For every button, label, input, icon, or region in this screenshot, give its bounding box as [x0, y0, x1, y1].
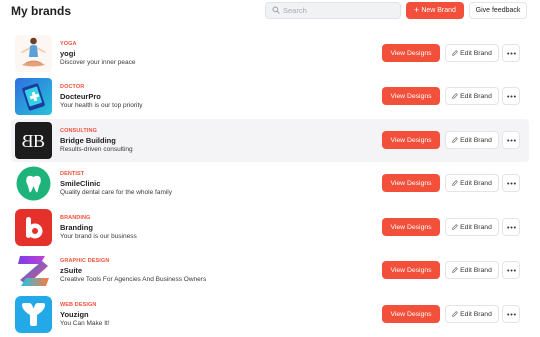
pencil-icon — [452, 267, 458, 273]
brand-tagline: Creative Tools For Agencies And Business… — [60, 276, 207, 283]
pencil-icon — [452, 50, 458, 56]
brand-name: Bridge Building — [60, 136, 116, 145]
search-box[interactable] — [265, 2, 401, 19]
more-dots-icon — [506, 226, 516, 228]
more-options-button[interactable] — [502, 218, 520, 236]
brand-row: WEB DESIGN Youzign You Can Make It! View… — [11, 293, 529, 336]
brand-row: BRANDING Branding Your brand is our busi… — [11, 206, 529, 249]
view-designs-button[interactable]: View Designs — [382, 305, 440, 323]
edit-brand-label: Edit Brand — [460, 266, 492, 274]
pencil-icon — [452, 137, 458, 143]
brand-name: Branding — [60, 223, 93, 232]
brand-name: SmileClinic — [60, 179, 101, 188]
view-designs-button[interactable]: View Designs — [382, 44, 440, 62]
pencil-icon — [452, 311, 458, 317]
search-input[interactable] — [283, 4, 393, 17]
edit-brand-button[interactable]: Edit Brand — [445, 44, 499, 62]
brand-category: GRAPHIC DESIGN — [60, 258, 110, 264]
pencil-icon — [452, 180, 458, 186]
new-brand-button[interactable]: + New Brand — [406, 2, 464, 19]
medical-phone-logo — [15, 78, 52, 115]
brand-name: Youzign — [60, 310, 89, 319]
give-feedback-button[interactable]: Give feedback — [469, 2, 527, 19]
brand-tagline: Your health is our top priority — [60, 102, 143, 109]
z-gradient-logo — [15, 252, 52, 289]
svg-text:B: B — [21, 131, 33, 151]
view-designs-button[interactable]: View Designs — [382, 174, 440, 192]
pencil-icon — [452, 93, 458, 99]
more-options-button[interactable] — [502, 44, 520, 62]
brand-tagline: You Can Make It! — [60, 320, 110, 327]
edit-brand-button[interactable]: Edit Brand — [445, 131, 499, 149]
brand-category: DOCTOR — [60, 84, 85, 90]
new-brand-label: New Brand — [421, 7, 456, 14]
more-options-button[interactable] — [502, 261, 520, 279]
edit-brand-button[interactable]: Edit Brand — [445, 261, 499, 279]
more-dots-icon — [506, 52, 516, 54]
brand-name: yogi — [60, 49, 76, 58]
brand-name: DocteurPro — [60, 92, 101, 101]
brand-row: DOCTOR DocteurPro Your health is our top… — [11, 75, 529, 118]
more-options-button[interactable] — [502, 174, 520, 192]
yoga-person-logo — [15, 35, 52, 72]
edit-brand-button[interactable]: Edit Brand — [445, 87, 499, 105]
view-designs-button[interactable]: View Designs — [382, 218, 440, 236]
more-dots-icon — [506, 269, 516, 271]
brand-category: DENTIST — [60, 171, 85, 177]
view-designs-button[interactable]: View Designs — [382, 131, 440, 149]
brand-row: B B CONSULTING Bridge Building Results-d… — [11, 119, 529, 162]
brand-row: DENTIST SmileClinic Quality dental care … — [11, 162, 529, 205]
more-dots-icon — [506, 95, 516, 97]
brand-category: WEB DESIGN — [60, 302, 97, 308]
edit-brand-label: Edit Brand — [460, 223, 492, 231]
brand-tagline: Results-driven consulting — [60, 146, 133, 153]
brand-tagline: Your brand is our business — [60, 233, 137, 240]
brand-category: CONSULTING — [60, 128, 97, 134]
edit-brand-label: Edit Brand — [460, 179, 492, 187]
view-designs-button[interactable]: View Designs — [382, 87, 440, 105]
edit-brand-label: Edit Brand — [460, 136, 492, 144]
more-dots-icon — [506, 139, 516, 141]
brand-tagline: Discover your inner peace — [60, 59, 136, 66]
edit-brand-button[interactable]: Edit Brand — [445, 174, 499, 192]
tooth-logo — [15, 165, 52, 202]
plus-icon: + — [414, 5, 420, 15]
edit-brand-label: Edit Brand — [460, 49, 492, 57]
brand-category: BRANDING — [60, 215, 91, 221]
pencil-icon — [452, 224, 458, 230]
more-options-button[interactable] — [502, 305, 520, 323]
b-letter-logo — [15, 209, 52, 246]
edit-brand-button[interactable]: Edit Brand — [445, 218, 499, 236]
more-options-button[interactable] — [502, 87, 520, 105]
y-letter-logo — [15, 296, 52, 333]
header-bar: My brands + New Brand Give feedback — [0, 0, 540, 24]
more-options-button[interactable] — [502, 131, 520, 149]
page-title: My brands — [11, 4, 72, 18]
more-dots-icon — [506, 313, 516, 315]
bb-monogram-logo: B B — [15, 122, 52, 159]
brand-row: YOGA yogi Discover your inner peace View… — [11, 32, 529, 75]
search-icon — [272, 6, 280, 14]
edit-brand-label: Edit Brand — [460, 92, 492, 100]
brand-name: zSuite — [60, 266, 83, 275]
brand-tagline: Quality dental care for the whole family — [60, 189, 172, 196]
brand-category: YOGA — [60, 41, 77, 47]
edit-brand-label: Edit Brand — [460, 310, 492, 318]
svg-text:B: B — [33, 131, 45, 151]
view-designs-button[interactable]: View Designs — [382, 261, 440, 279]
edit-brand-button[interactable]: Edit Brand — [445, 305, 499, 323]
brand-row: GRAPHIC DESIGN zSuite Creative Tools For… — [11, 249, 529, 292]
more-dots-icon — [506, 182, 516, 184]
